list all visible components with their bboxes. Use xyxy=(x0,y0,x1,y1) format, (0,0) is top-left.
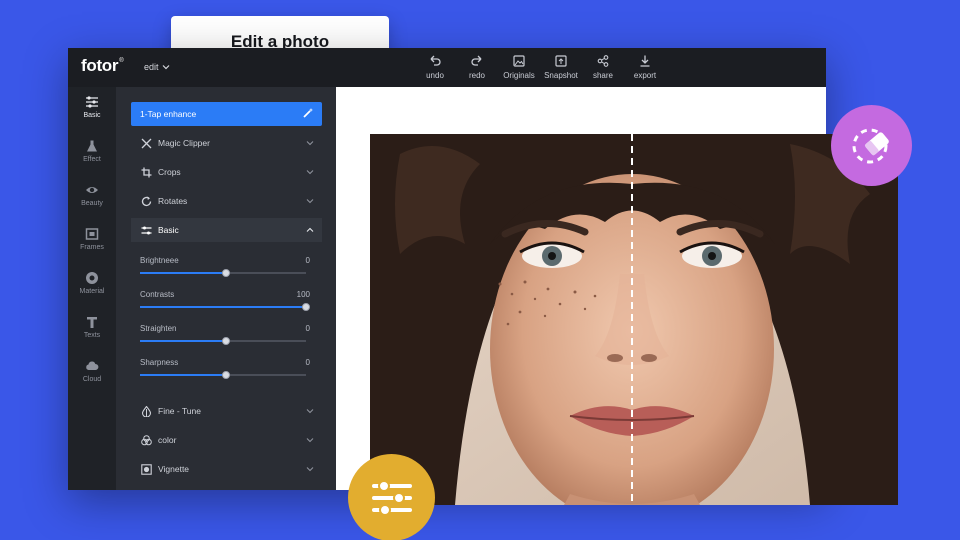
flask-icon xyxy=(87,140,97,152)
chevron-down-icon xyxy=(306,170,314,175)
eraser-icon xyxy=(852,128,889,163)
section-crops[interactable]: Crops xyxy=(131,160,322,184)
chevron-down-icon xyxy=(306,467,314,472)
slider-handle[interactable] xyxy=(302,303,310,311)
toolbar: undo redo Originals Snapshot share expor… xyxy=(414,54,666,80)
crop-icon xyxy=(141,167,152,177)
share-button[interactable]: share xyxy=(582,54,624,80)
redo-button[interactable]: redo xyxy=(456,54,498,80)
section-color[interactable]: color xyxy=(131,428,322,452)
edit-menu-label: edit xyxy=(144,62,159,72)
edit-menu[interactable]: edit xyxy=(144,62,170,72)
share-icon xyxy=(597,55,609,67)
droplet-icon xyxy=(141,405,152,417)
photo-preview[interactable] xyxy=(370,134,898,505)
adjust-bubble xyxy=(348,454,435,540)
sidebar-item-material[interactable]: Material xyxy=(68,271,116,295)
redo-icon xyxy=(471,55,482,66)
straighten-slider[interactable]: Straighten 0 xyxy=(140,324,312,354)
adjust-panel: 1-Tap enhance Magic Clipper Crops Rotate… xyxy=(116,87,336,490)
undo-button[interactable]: undo xyxy=(414,54,456,80)
slider-track[interactable] xyxy=(140,371,306,379)
sliders-icon xyxy=(86,96,98,108)
download-icon xyxy=(640,55,650,67)
text-icon xyxy=(87,317,97,328)
chevron-down-icon xyxy=(306,438,314,443)
section-magic-clipper[interactable]: Magic Clipper xyxy=(131,131,322,155)
sidebar-item-texts[interactable]: Texts xyxy=(68,315,116,339)
one-tap-enhance-button[interactable]: 1-Tap enhance xyxy=(131,102,322,126)
section-fine-tune[interactable]: Fine - Tune xyxy=(131,399,322,423)
contrast-slider[interactable]: Contrasts 100 xyxy=(140,290,312,320)
sidebar-item-cloud[interactable]: Cloud xyxy=(68,359,116,383)
snapshot-icon xyxy=(555,55,567,67)
slider-handle[interactable] xyxy=(222,337,231,345)
circle-icon xyxy=(86,272,98,284)
frame-icon xyxy=(85,228,99,240)
sidebar-item-basic[interactable]: Basic xyxy=(68,95,116,119)
chevron-down-icon xyxy=(306,141,314,146)
sidebar-item-beauty[interactable]: Beauty xyxy=(68,183,116,207)
sliders-icon xyxy=(371,479,412,516)
image-icon xyxy=(513,55,525,67)
snapshot-button[interactable]: Snapshot xyxy=(540,54,582,80)
vignette-icon xyxy=(141,463,152,475)
chevron-up-icon xyxy=(306,227,314,232)
brightness-slider[interactable]: Brightneee 0 xyxy=(140,256,312,286)
left-icon-bar: Basic Effect Beauty Frames Material Text… xyxy=(68,87,116,490)
eraser-bubble xyxy=(831,105,912,186)
undo-icon xyxy=(430,55,441,66)
slider-handle[interactable] xyxy=(222,269,231,277)
chevron-down-icon xyxy=(162,65,169,70)
fotor-logo[interactable]: fotor® xyxy=(81,56,124,76)
slider-track[interactable] xyxy=(140,303,310,311)
rotate-icon xyxy=(141,196,152,206)
eye-icon xyxy=(86,187,98,193)
export-button[interactable]: export xyxy=(624,54,666,80)
chevron-down-icon xyxy=(306,409,314,414)
slider-handle[interactable] xyxy=(222,371,231,379)
portrait-image xyxy=(370,134,898,505)
section-vignette[interactable]: Vignette xyxy=(131,457,322,481)
originals-button[interactable]: Originals xyxy=(498,54,540,80)
sliders-icon xyxy=(141,226,152,234)
scissors-icon xyxy=(141,138,152,148)
sharpness-slider[interactable]: Sharpness 0 xyxy=(140,358,312,388)
color-circles-icon xyxy=(141,434,152,445)
slider-track[interactable] xyxy=(140,337,306,345)
chevron-down-icon xyxy=(306,199,314,204)
section-rotates[interactable]: Rotates xyxy=(131,189,322,213)
slider-track[interactable] xyxy=(140,269,306,277)
sidebar-item-frames[interactable]: Frames xyxy=(68,227,116,251)
magic-wand-icon xyxy=(303,108,313,118)
cloud-icon xyxy=(86,361,99,370)
sidebar-item-effect[interactable]: Effect xyxy=(68,139,116,163)
section-basic[interactable]: Basic xyxy=(131,218,322,242)
top-bar: fotor® edit undo redo Originals Snapshot xyxy=(68,48,826,87)
